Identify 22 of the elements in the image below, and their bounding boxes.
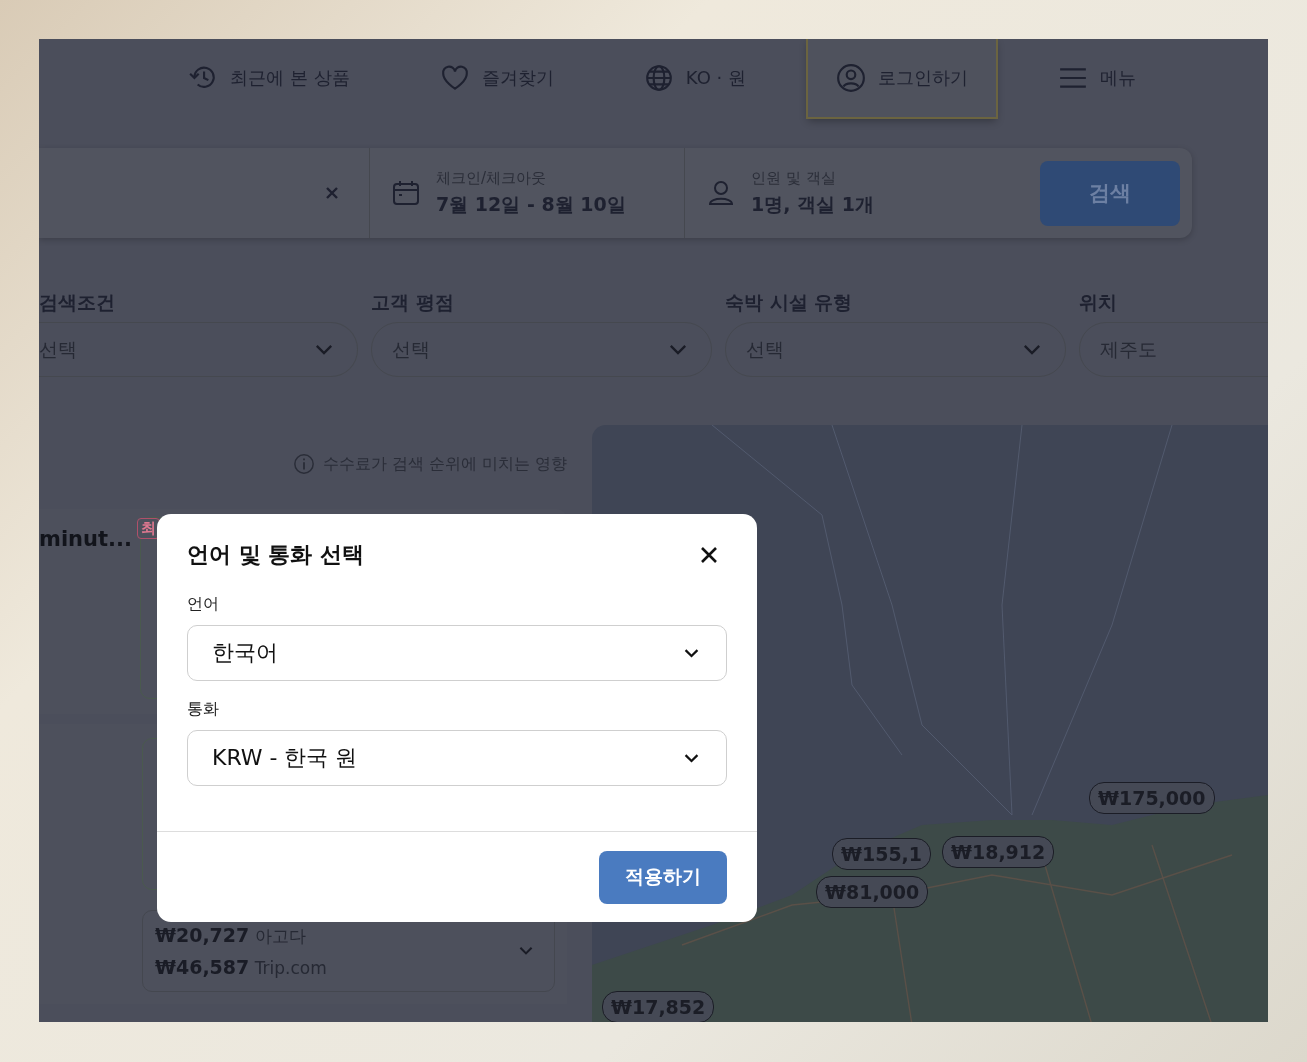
heart-icon	[439, 63, 470, 93]
search-button[interactable]: 검색	[1040, 160, 1180, 226]
field-label: 통화	[187, 699, 220, 720]
chevron-down-icon	[683, 752, 700, 764]
field-label: 언어	[187, 594, 220, 615]
globe-icon	[643, 63, 674, 93]
chevron-down-icon	[1023, 344, 1041, 355]
select-field[interactable]: KRW - 한국 원	[187, 730, 727, 786]
user-icon	[836, 63, 866, 93]
hotel-name: minut...	[39, 527, 132, 551]
modal-title: 언어 및 통화 선택	[187, 541, 364, 569]
person-icon	[707, 179, 735, 207]
deal-badge: 최	[136, 518, 160, 539]
chevron-down-icon	[683, 647, 700, 659]
info-icon	[292, 453, 315, 475]
chevron-down-icon	[518, 946, 534, 956]
chevron-down-icon	[669, 344, 687, 355]
select-field[interactable]: 한국어	[187, 625, 727, 681]
chevron-down-icon	[315, 344, 333, 355]
close-icon[interactable]	[699, 545, 719, 565]
calendar-icon	[392, 179, 420, 207]
apply-button[interactable]: 적용하기	[599, 850, 727, 904]
